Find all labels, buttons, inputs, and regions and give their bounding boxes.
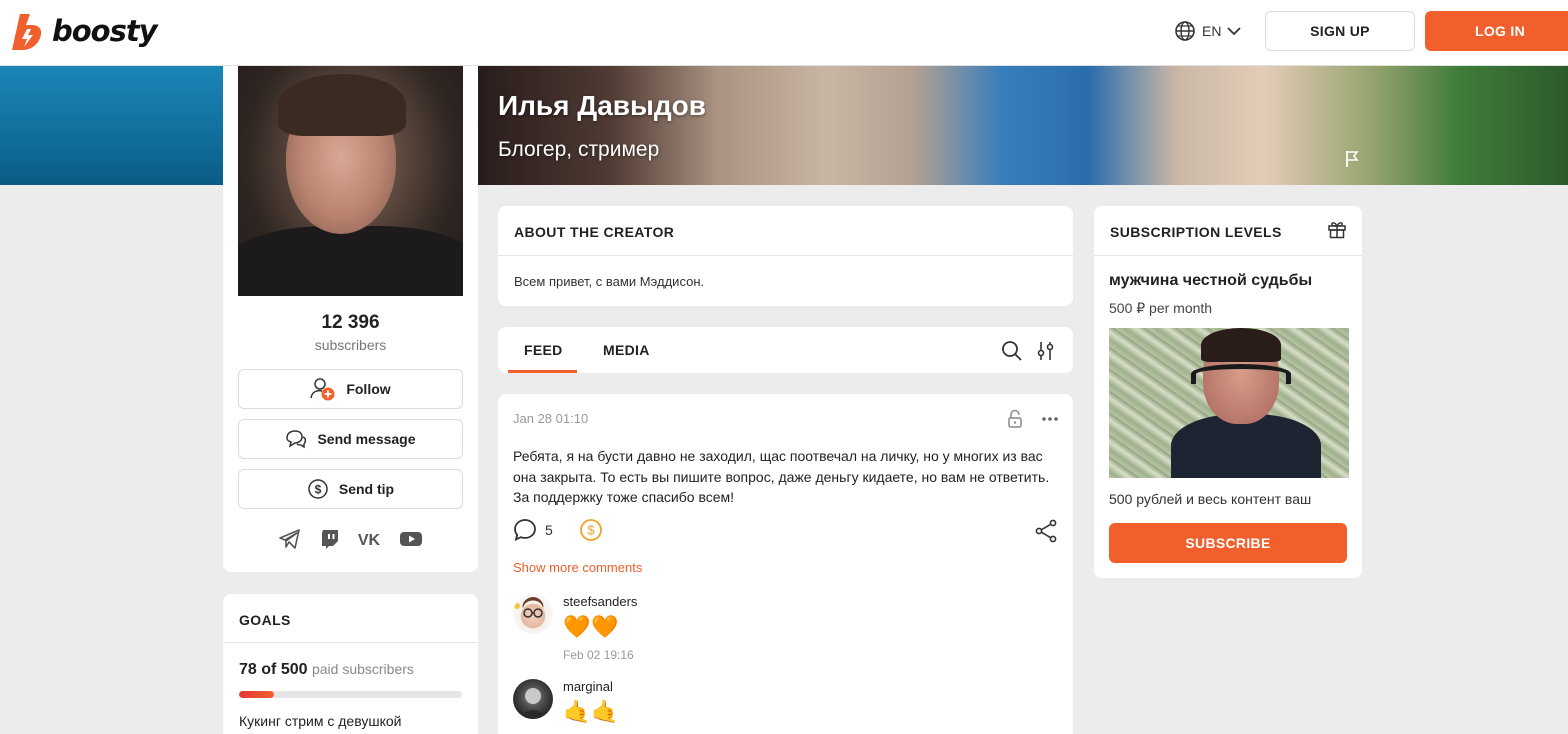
goal-progress-fill [239,691,274,698]
send-message-label: Send message [317,431,416,447]
levels-title: SUBSCRIPTION LEVELS [1110,224,1282,240]
about-divider [498,255,1073,256]
boosty-logo-text: boosty [52,14,158,48]
level-image-hair [1201,328,1281,362]
goal-description: Кукинг стрим с девушкой [239,713,402,729]
comment-avatar[interactable] [513,594,553,634]
profile-card: 12 396 subscribers Follow Send message $… [223,66,478,572]
svg-text:$: $ [587,523,595,538]
comment-date: Feb 02 19:16 [563,648,634,662]
share-icon[interactable] [1034,519,1058,543]
about-text: Всем привет, с вами Мэддисон. [514,274,705,289]
level-name: мужчина честной судьбы [1109,272,1313,289]
creator-name: Илья Давыдов [498,90,706,121]
goal-target: 500 [280,661,308,678]
add-user-icon [310,378,335,401]
twitch-icon[interactable] [320,528,340,550]
show-more-comments-link[interactable]: Show more comments [513,560,642,575]
language-label: EN [1202,23,1222,39]
cover-banner: Илья Давыдов Блогер, стример [478,66,1568,185]
post-date: Jan 28 01:10 [513,411,589,426]
goal-progress-bar [239,691,462,698]
level-image-person [1171,328,1321,478]
creator-avatar [238,66,463,296]
coin-icon: $ [308,479,328,499]
avatar-hair [278,74,406,136]
goals-divider [223,642,478,643]
search-icon[interactable] [1001,340,1023,362]
creator-subtitle: Блогер, стример [498,138,660,161]
about-title: ABOUT THE CREATOR [514,224,675,240]
sign-up-button[interactable]: SIGN UP [1265,11,1415,51]
subscribe-button[interactable]: SUBSCRIBE [1109,523,1347,563]
svg-text:VK: VK [358,532,381,547]
comment-emoji: 🧡🧡 [563,614,620,639]
comment-count: 5 [545,522,553,538]
post-text: Ребята, я на бусти давно не заходил, щас… [513,448,1050,505]
gift-icon[interactable] [1327,219,1347,239]
language-selector[interactable]: EN [1174,20,1242,42]
comment-author[interactable]: steefsanders [563,594,637,609]
goal-of: of [261,661,277,678]
globe-icon [1175,21,1195,41]
goals-card: GOALS 78 of 500 paid subscribers Кукинг … [223,594,478,734]
comment-author[interactable]: marginal [563,679,613,694]
subscription-levels-card: SUBSCRIPTION LEVELS мужчина честной судь… [1094,206,1362,578]
log-in-button[interactable]: LOG IN [1425,11,1568,51]
youtube-icon[interactable] [399,530,423,548]
avatar-shirt [238,226,463,296]
goals-title: GOALS [239,612,291,628]
post-card: Jan 28 01:10 Ребята, я на бусти давно не… [498,394,1073,734]
chevron-down-icon [1227,27,1242,36]
lock-icon [1008,409,1022,428]
comment-item: steefsanders 🧡🧡 Feb 02 19:16 [513,594,813,664]
social-links: VK [278,528,423,550]
goal-current: 78 [239,661,257,678]
filter-icon[interactable] [1037,340,1055,362]
post-actions: 5 $ [513,518,603,542]
more-options-icon[interactable] [1041,416,1059,422]
send-tip-button[interactable]: $ Send tip [238,469,463,509]
follow-label: Follow [346,381,391,397]
avatar-glasses-icon [514,597,544,618]
follow-button[interactable]: Follow [238,369,463,409]
cover-banner-left [0,66,223,185]
about-card: ABOUT THE CREATOR Всем привет, с вами Мэ… [498,206,1073,306]
donate-coin-icon[interactable]: $ [579,518,603,542]
svg-text:$: $ [315,483,322,497]
headphones-icon [1191,364,1291,384]
active-tab-indicator [508,370,577,373]
goal-progress-text: 78 of 500 paid subscribers [239,661,414,679]
boosty-logo[interactable]: boosty [10,12,158,52]
feed-tabs: FEED MEDIA [498,327,1073,373]
comment-item: marginal 🤙🤙 [513,679,813,734]
subscribers-label: subscribers [314,337,387,353]
tab-feed[interactable]: FEED [524,342,563,358]
levels-divider [1094,255,1362,256]
tab-media[interactable]: MEDIA [603,342,650,358]
chat-icon [286,430,307,449]
subscribers-count: 12 396 [321,312,380,333]
goal-unit: paid subscribers [311,661,414,677]
level-description: 500 рублей и весь контент ваш [1109,491,1312,507]
avatar-figure-icon [521,688,545,719]
vk-icon[interactable]: VK [357,531,381,547]
cover-shade [478,66,1568,185]
telegram-icon[interactable] [278,528,302,550]
level-price: 500 ₽ per month [1109,300,1213,316]
level-image [1109,328,1349,478]
report-flag-icon[interactable] [1344,150,1360,168]
boosty-logo-icon [12,14,42,50]
send-message-button[interactable]: Send message [238,419,463,459]
send-tip-label: Send tip [338,481,395,497]
comment-avatar[interactable] [513,679,553,719]
comment-icon[interactable] [513,518,537,542]
top-header: boosty EN SIGN UP LOG IN [0,0,1568,66]
comment-emoji: 🤙🤙 [563,699,620,724]
